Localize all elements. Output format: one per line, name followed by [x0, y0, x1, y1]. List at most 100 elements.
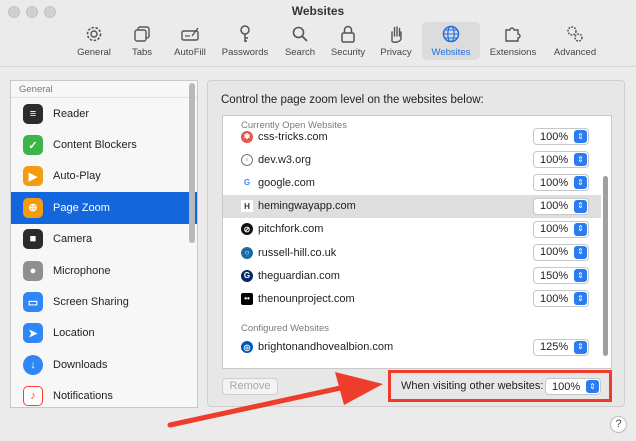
site-favicon-icon: ✱ — [241, 130, 253, 143]
gear-icon — [86, 26, 102, 42]
sidebar-item-content-blockers[interactable]: ✓ Content Blockers — [11, 129, 197, 160]
lock-icon — [341, 25, 355, 43]
tab-autofill[interactable]: AutoFill — [168, 22, 212, 60]
tab-advanced[interactable]: Advanced — [546, 22, 604, 60]
sidebar-item-page-zoom[interactable]: ⊕ Page Zoom — [11, 192, 197, 224]
hand-icon — [391, 26, 402, 43]
sidebar-item-microphone[interactable]: ● Microphone — [11, 255, 197, 286]
zoom-icon: ⊕ — [23, 197, 43, 218]
chevron-updown-icon: ⇕ — [574, 245, 587, 259]
chevron-updown-icon: ⇕ — [574, 269, 587, 283]
page-zoom-panel: Control the page zoom level on the websi… — [207, 80, 625, 407]
zoom-select[interactable]: 125% ⇕ — [533, 338, 589, 356]
chevron-updown-icon: ⇕ — [586, 380, 599, 393]
sidebar-item-screen-sharing[interactable]: ▭ Screen Sharing — [11, 286, 197, 317]
puzzle-icon — [505, 27, 521, 42]
sidebar-item-label: Auto-Play — [53, 170, 101, 183]
tab-security[interactable]: Security — [326, 22, 370, 60]
list-item[interactable]: ◎ brightonandhovealbion.com 125% ⇕ — [223, 336, 611, 359]
panel-description: Control the page zoom level on the websi… — [221, 94, 484, 106]
list-item[interactable]: ✱ css-tricks.com 100% ⇕ — [223, 125, 611, 148]
sidebar-item-location[interactable]: ➤ Location — [11, 318, 197, 349]
key-icon — [240, 25, 250, 42]
camera-icon: ■ — [23, 229, 43, 250]
tab-privacy[interactable]: Privacy — [374, 22, 418, 60]
globe-icon — [442, 25, 460, 43]
list-item[interactable]: ⊘ pitchfork.com 100% ⇕ — [223, 218, 611, 241]
other-websites-setting: When visiting other websites: 100% ⇕ — [388, 370, 612, 402]
window-titlebar: Websites General Tabs AutoFill Passwords… — [0, 0, 636, 67]
site-favicon-icon: •• — [241, 292, 253, 305]
tab-extensions[interactable]: Extensions — [484, 22, 542, 60]
websites-list: Currently Open Websites ✱ css-tricks.com… — [222, 115, 612, 369]
tab-websites[interactable]: Websites — [422, 22, 480, 60]
globe-icon: ◦ — [241, 153, 253, 166]
sidebar-item-label: Page Zoom — [53, 201, 110, 214]
sidebar-item-downloads[interactable]: ↓ Downloads — [11, 349, 197, 380]
sidebar-scrollbar[interactable] — [189, 83, 195, 243]
window-title: Websites — [291, 4, 345, 18]
site-domain: dev.w3.org — [258, 153, 311, 166]
sidebar-item-label: Camera — [53, 233, 93, 246]
list-item[interactable]: •• thenounproject.com 100% ⇕ — [223, 287, 611, 310]
site-favicon-icon: G — [241, 269, 253, 282]
tab-general[interactable]: General — [72, 22, 116, 60]
sidebar-item-label: Screen Sharing — [53, 296, 129, 309]
location-icon: ➤ — [23, 323, 43, 344]
remove-button[interactable]: Remove — [222, 378, 278, 395]
site-domain: thenounproject.com — [258, 292, 355, 305]
tab-search[interactable]: Search — [278, 22, 322, 60]
zoom-select[interactable]: 100% ⇕ — [533, 197, 589, 215]
list-item[interactable]: G theguardian.com 150% ⇕ — [223, 264, 611, 287]
chevron-updown-icon: ⇕ — [574, 130, 587, 143]
play-icon: ▶ — [23, 166, 43, 187]
site-favicon-icon: ◎ — [241, 341, 253, 354]
zoom-select[interactable]: 100% ⇕ — [533, 128, 589, 145]
chevron-updown-icon: ⇕ — [574, 176, 587, 190]
sidebar-item-label: Location — [53, 327, 95, 340]
list-item[interactable]: G google.com 100% ⇕ — [223, 171, 611, 194]
site-favicon-icon: H — [241, 200, 253, 213]
sidebar-item-reader[interactable]: ≡ Reader — [11, 98, 197, 129]
chevron-updown-icon: ⇕ — [574, 292, 587, 306]
list-item[interactable]: H hemingwayapp.com 100% ⇕ — [223, 194, 601, 218]
list-item[interactable]: ○ russell-hill.co.uk 100% ⇕ — [223, 241, 611, 264]
sidebar-item-label: Content Blockers — [53, 139, 137, 152]
site-domain: brightonandhovealbion.com — [258, 341, 394, 354]
site-favicon-icon: ⊘ — [241, 223, 253, 236]
microphone-icon: ● — [23, 260, 43, 281]
chevron-updown-icon: ⇕ — [574, 222, 587, 236]
bell-icon: ♪ — [23, 386, 43, 407]
site-domain: google.com — [258, 176, 315, 189]
zoom-select[interactable]: 100% ⇕ — [533, 151, 589, 169]
sidebar-item-camera[interactable]: ■ Camera — [11, 224, 197, 255]
configured-websites-header: Configured Websites — [241, 322, 330, 334]
zoom-select[interactable]: 150% ⇕ — [533, 267, 589, 285]
site-favicon-icon: ○ — [241, 246, 253, 259]
zoom-select[interactable]: 100% ⇕ — [533, 290, 589, 308]
list-scrollbar[interactable] — [603, 176, 608, 356]
tabs-icon — [134, 26, 150, 42]
reader-icon: ≡ — [23, 103, 43, 124]
zoom-select[interactable]: 100% ⇕ — [533, 174, 589, 192]
zoom-select[interactable]: 100% ⇕ — [533, 220, 589, 238]
sidebar-item-auto-play[interactable]: ▶ Auto-Play — [11, 161, 197, 192]
tab-passwords[interactable]: Passwords — [216, 22, 274, 60]
sidebar-section-title: General — [11, 81, 197, 98]
chevron-updown-icon: ⇕ — [574, 199, 587, 213]
sidebar-item-notifications[interactable]: ♪ Notifications — [11, 381, 197, 407]
help-button[interactable]: ? — [610, 416, 627, 433]
site-domain: pitchfork.com — [258, 223, 324, 236]
chevron-updown-icon: ⇕ — [574, 340, 587, 354]
zoom-select[interactable]: 100% ⇕ — [533, 243, 589, 261]
downloads-icon: ↓ — [23, 354, 43, 375]
tab-tabs[interactable]: Tabs — [120, 22, 164, 60]
list-item[interactable]: ◦ dev.w3.org 100% ⇕ — [223, 148, 611, 171]
site-domain: hemingwayapp.com — [258, 200, 356, 213]
site-favicon-icon: G — [241, 176, 253, 189]
search-icon — [292, 26, 308, 42]
preferences-toolbar: General Tabs AutoFill Passwords Search S… — [72, 22, 604, 62]
default-zoom-select[interactable]: 100% ⇕ — [545, 378, 601, 395]
shield-check-icon: ✓ — [23, 135, 43, 156]
site-domain: russell-hill.co.uk — [258, 246, 337, 259]
